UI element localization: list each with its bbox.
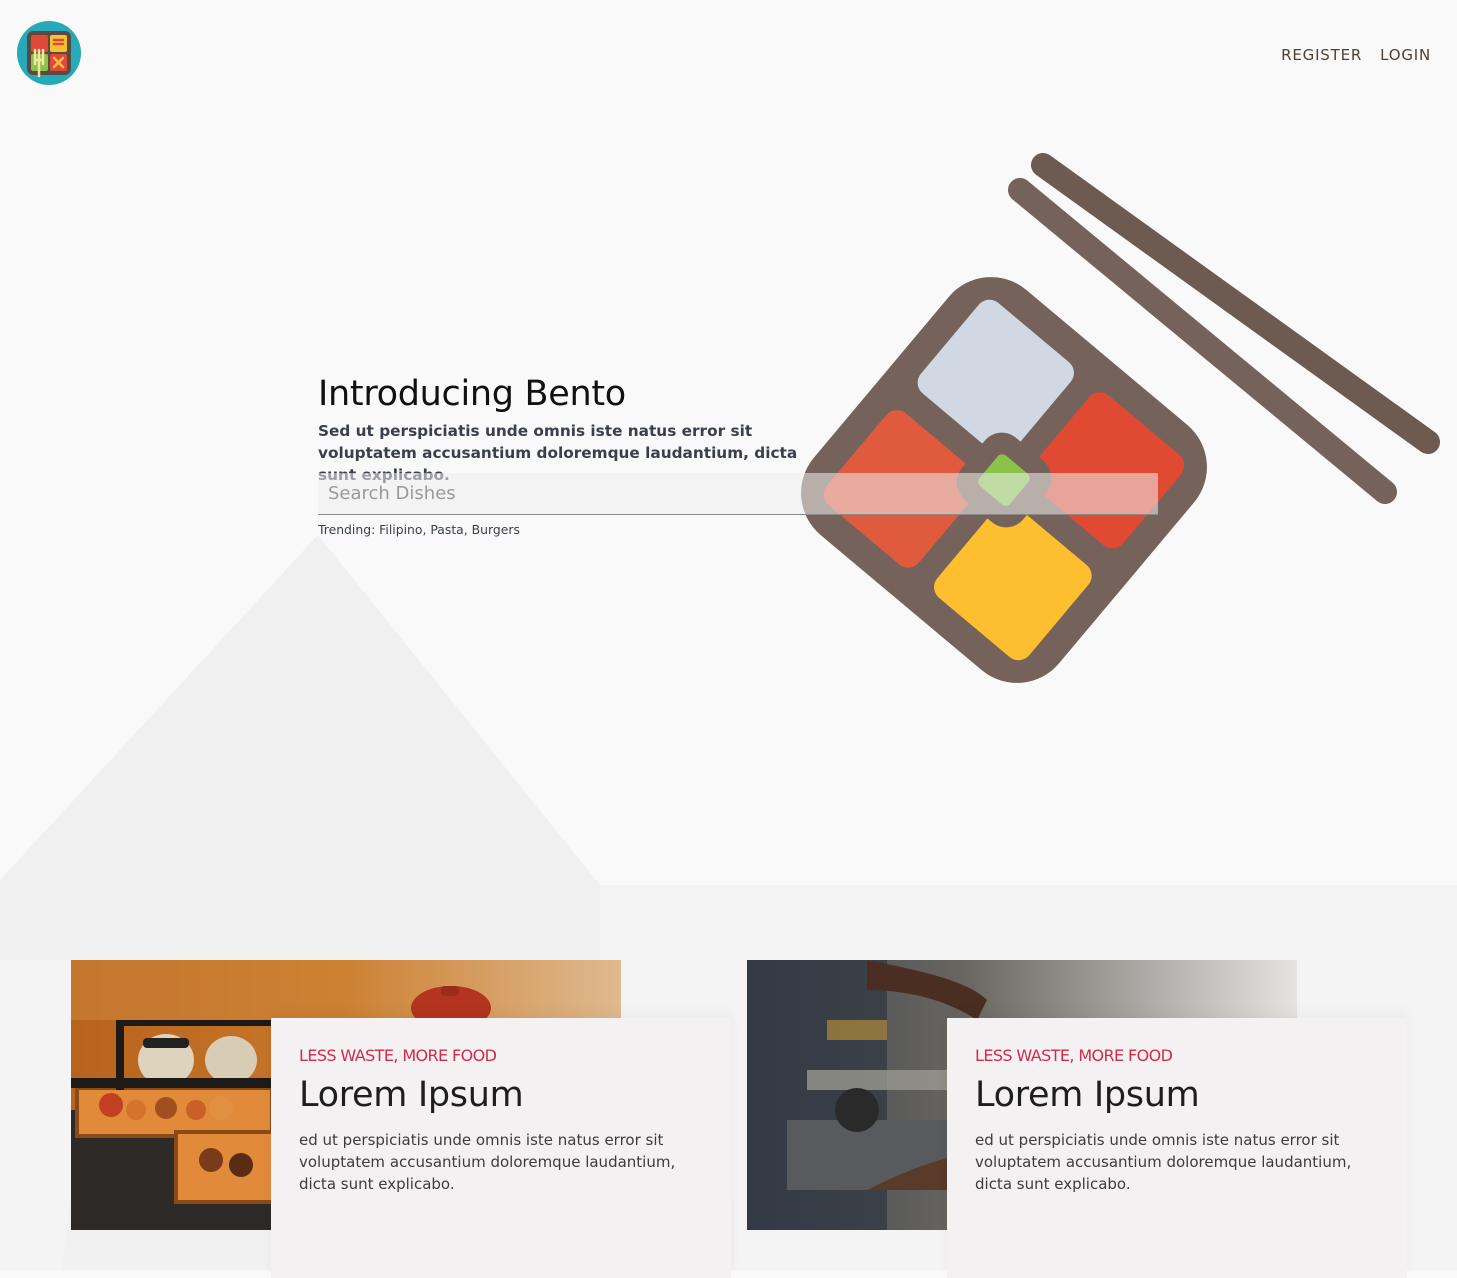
trending-text: Trending: Filipino, Pasta, Burgers xyxy=(318,522,520,537)
feature-card-title: Lorem Ipsum xyxy=(299,1075,524,1115)
feature-card-text: ed ut perspiciatis unde omnis iste natus… xyxy=(299,1131,676,1193)
bento-box-illustration xyxy=(801,153,1440,683)
feature-card-tag: LESS WASTE, MORE FOOD xyxy=(975,1046,1173,1065)
bento-logo-icon[interactable] xyxy=(16,20,82,86)
feature-card-title: Lorem Ipsum xyxy=(975,1075,1200,1115)
top-nav: REGISTER LOGIN xyxy=(1281,46,1431,64)
hero-title: Introducing Bento xyxy=(318,374,626,414)
login-link[interactable]: LOGIN xyxy=(1380,46,1431,64)
feature-card: LESS WASTE, MORE FOOD Lorem Ipsum ed ut … xyxy=(747,960,1412,1278)
feature-card-tag: LESS WASTE, MORE FOOD xyxy=(299,1046,497,1065)
feature-card-panel: LESS WASTE, MORE FOOD Lorem Ipsum ed ut … xyxy=(947,1018,1407,1278)
feature-card: LESS WASTE, MORE FOOD Lorem Ipsum ed ut … xyxy=(71,960,736,1278)
register-link[interactable]: REGISTER xyxy=(1281,46,1362,64)
hero: Introducing Bento Sed ut perspiciatis un… xyxy=(318,374,838,486)
search-input[interactable] xyxy=(318,473,1158,515)
feature-card-panel: LESS WASTE, MORE FOOD Lorem Ipsum ed ut … xyxy=(271,1018,731,1278)
feature-card-text: ed ut perspiciatis unde omnis iste natus… xyxy=(975,1131,1352,1193)
